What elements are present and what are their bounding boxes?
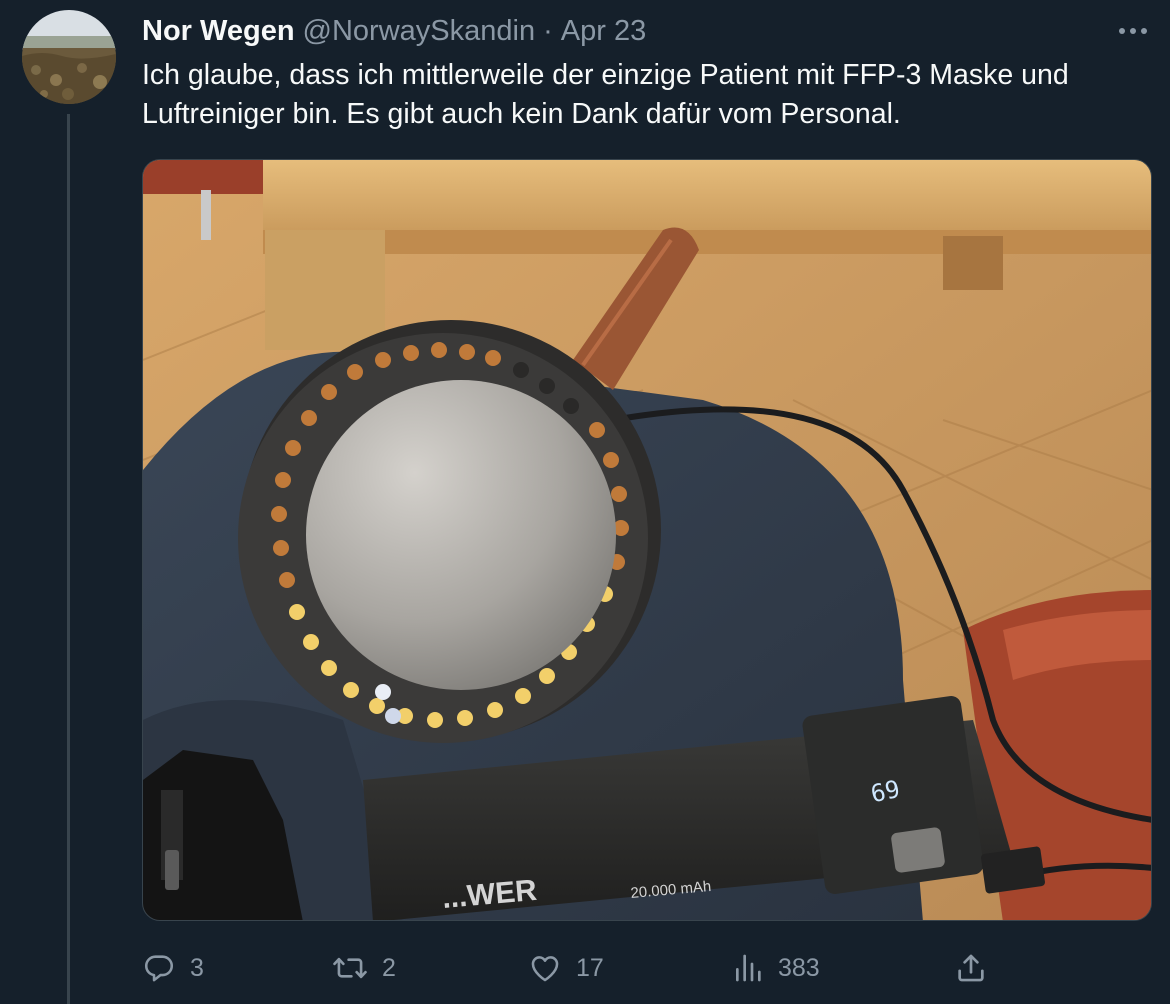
tweet-actions: 3 2 17 383 xyxy=(142,946,1152,990)
photo-air-purifier: 69 ...WER 20.000 mAh xyxy=(143,160,1151,920)
share-button[interactable] xyxy=(954,946,988,990)
views-icon xyxy=(736,954,761,982)
retweet-count: 2 xyxy=(382,953,396,982)
tweet-header: Nor Wegen @NorwaySkandin · Apr 23 xyxy=(142,14,646,48)
views-count: 383 xyxy=(778,953,820,982)
retweet-icon xyxy=(333,957,367,979)
more-dots-icon xyxy=(1119,28,1147,34)
header-separator: · xyxy=(543,14,553,47)
like-count: 17 xyxy=(576,953,604,982)
reply-count: 3 xyxy=(190,953,204,982)
reply-icon xyxy=(144,955,174,982)
tweet-photo[interactable]: 69 ...WER 20.000 mAh xyxy=(142,159,1152,921)
user-handle[interactable]: @NorwaySkandin xyxy=(303,15,536,48)
landscape-avatar-image xyxy=(22,10,116,104)
tweet-text: Ich glaube, dass ich mittlerweile der ei… xyxy=(142,59,1069,130)
more-button[interactable] xyxy=(1110,14,1156,48)
heart-icon xyxy=(531,956,559,982)
like-button[interactable]: 17 xyxy=(528,946,604,990)
thread-line xyxy=(67,114,70,1004)
share-icon xyxy=(958,954,984,982)
avatar[interactable] xyxy=(22,10,116,104)
display-name[interactable]: Nor Wegen xyxy=(142,15,295,48)
views-button[interactable]: 383 xyxy=(732,946,820,990)
reply-button[interactable]: 3 xyxy=(142,946,204,990)
retweet-button[interactable]: 2 xyxy=(332,946,396,990)
tweet: Nor Wegen @NorwaySkandin · Apr 23 Ich gl… xyxy=(0,0,1170,1004)
powerbank-display: 69 xyxy=(868,775,902,808)
tweet-date[interactable]: Apr 23 xyxy=(561,15,646,48)
